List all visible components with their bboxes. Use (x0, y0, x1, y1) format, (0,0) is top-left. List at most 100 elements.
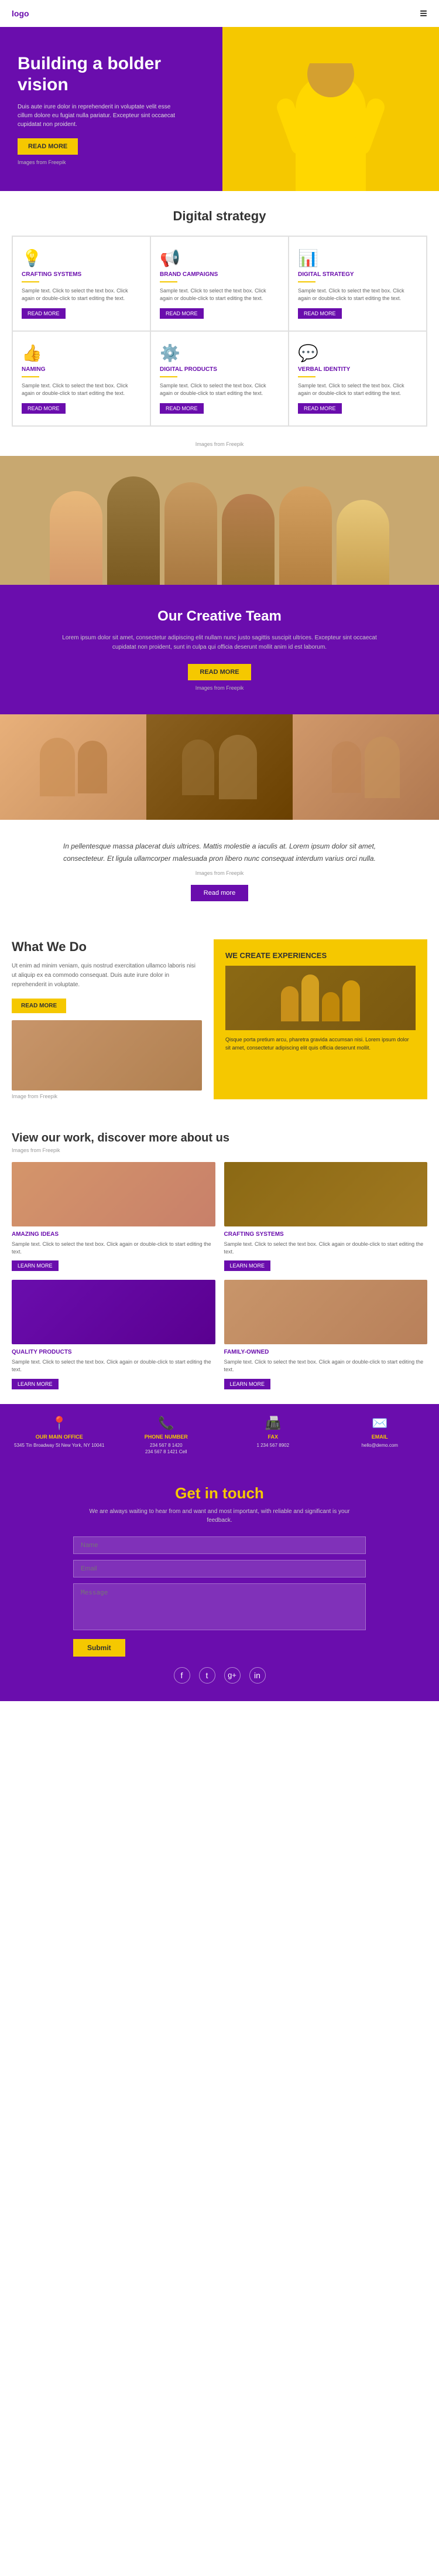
team-figure-3 (164, 482, 217, 585)
card-icon: 📊 (298, 248, 417, 268)
card-read-more-button[interactable]: READ MORE (22, 403, 66, 414)
card-text: Sample text. Click to select the text bo… (298, 382, 417, 397)
work-card-learn-more-button[interactable]: LEARN MORE (224, 1260, 271, 1271)
what-we-do-right: WE CREATE EXPERIENCES Qisque porta preti… (214, 939, 427, 1099)
contact-submit-button[interactable]: Submit (73, 1639, 125, 1657)
digital-strategy-section: Digital strategy 💡 CRAFTING SYSTEMS Samp… (0, 191, 439, 456)
hero-description: Duis aute irure dolor in reprehenderit i… (18, 103, 181, 129)
view-work-credit: Images from Freepik (12, 1147, 427, 1153)
what-we-do-description: Ut enim ad minim veniam, quis nostrud ex… (12, 962, 202, 990)
what-we-do-button[interactable]: READ MORE (12, 999, 66, 1013)
we-create-experiences-title: WE CREATE EXPERIENCES (225, 951, 416, 960)
strategy-credit: Images from Freepik (0, 438, 439, 456)
work-card-learn-more-button[interactable]: LEARN MORE (12, 1260, 59, 1271)
team-banner (0, 456, 439, 585)
card-text: Sample text. Click to select the text bo… (22, 382, 141, 397)
work-card-learn-more-button[interactable]: LEARN MORE (12, 1379, 59, 1389)
card-read-more-button[interactable]: READ MORE (298, 308, 342, 319)
creative-team-section: Our Creative Team Lorem ipsum dolor sit … (0, 585, 439, 714)
get-in-touch-section: Get in touch We are always waiting to he… (0, 1467, 439, 1701)
creative-team-cta-button[interactable]: READ MORE (188, 664, 251, 680)
strategy-card: 📢 BRAND CAMPAIGNS Sample text. Click to … (150, 236, 289, 331)
digital-strategy-title: Digital strategy (0, 191, 439, 236)
team-photo-2 (146, 714, 293, 820)
team-figure-2 (107, 476, 160, 585)
card-divider (160, 376, 177, 377)
quote-read-more-button[interactable]: Read more (191, 885, 248, 901)
footer-info-title: PHONE NUMBER (116, 1434, 217, 1440)
work-card-text: Sample text. Click to select the text bo… (224, 1358, 428, 1373)
social-links: f t g+ in (23, 1667, 416, 1684)
work-card-title: FAMILY-OWNED (224, 1349, 428, 1355)
twitter-link[interactable]: t (199, 1667, 215, 1684)
get-in-touch-description: We are always waiting to hear from and w… (79, 1507, 360, 1525)
strategy-card: 👍 NAMING Sample text. Click to select th… (12, 331, 150, 426)
card-divider (22, 376, 39, 377)
googleplus-link[interactable]: g+ (224, 1667, 241, 1684)
get-in-touch-title: Get in touch (23, 1484, 416, 1502)
footer-info-text: 1 234 567 8902 (222, 1442, 324, 1449)
card-icon: ⚙️ (160, 343, 279, 363)
facebook-link[interactable]: f (174, 1667, 190, 1684)
team-figure-6 (337, 500, 389, 585)
card-icon: 💡 (22, 248, 141, 268)
footer-info-item: 📞 PHONE NUMBER 234 567 8 1420 234 567 8 … (113, 1416, 220, 1455)
contact-name-input[interactable] (73, 1536, 366, 1554)
strategy-card: ⚙️ DIGITAL PRODUCTS Sample text. Click t… (150, 331, 289, 426)
card-title: BRAND CAMPAIGNS (160, 271, 279, 278)
team-photo-3 (293, 714, 439, 820)
footer-info-icon: 📞 (116, 1416, 217, 1431)
card-read-more-button[interactable]: READ MORE (160, 403, 204, 414)
footer-info-title: OUR MAIN OFFICE (9, 1434, 110, 1440)
what-we-do-credit: Image from Freepik (12, 1093, 202, 1099)
hamburger-icon[interactable]: ≡ (420, 6, 427, 21)
work-card-title: AMAZING IDEAS (12, 1231, 215, 1238)
what-we-do-title: What We Do (12, 939, 202, 955)
footer-info-icon: 📍 (9, 1416, 110, 1431)
hero-cta-button[interactable]: READ MORE (18, 138, 78, 155)
footer-info-icon: 📠 (222, 1416, 324, 1431)
footer-info-icon: ✉️ (330, 1416, 431, 1431)
creative-team-description: Lorem ipsum dolor sit amet, consectetur … (59, 633, 380, 652)
card-divider (298, 281, 315, 282)
strategy-card: 💬 VERBAL IDENTITY Sample text. Click to … (289, 331, 427, 426)
work-card-title: QUALITY PRODUCTS (12, 1349, 215, 1355)
card-read-more-button[interactable]: READ MORE (22, 308, 66, 319)
card-read-more-button[interactable]: READ MORE (298, 403, 342, 414)
hero-title: Building a bolder vision (18, 53, 181, 96)
work-card: CRAFTING SYSTEMS Sample text. Click to s… (224, 1162, 428, 1271)
team-figure-1 (50, 491, 102, 585)
contact-email-input[interactable] (73, 1560, 366, 1577)
work-card-image (224, 1162, 428, 1226)
work-card: AMAZING IDEAS Sample text. Click to sele… (12, 1162, 215, 1271)
what-we-do-image (12, 1020, 202, 1091)
work-card-image (224, 1280, 428, 1344)
card-read-more-button[interactable]: READ MORE (160, 308, 204, 319)
strategy-grid: 💡 CRAFTING SYSTEMS Sample text. Click to… (12, 236, 427, 427)
we-create-experiences-image (225, 966, 416, 1030)
work-card-text: Sample text. Click to select the text bo… (12, 1358, 215, 1373)
card-icon: 💬 (298, 343, 417, 363)
team-photo-1 (0, 714, 146, 820)
card-icon: 📢 (160, 248, 279, 268)
hero-credit: Images from Freepik (18, 159, 181, 165)
contact-message-input[interactable] (73, 1583, 366, 1630)
team-photos-row (0, 714, 439, 820)
navigation: logo ≡ (0, 0, 439, 27)
work-card-image (12, 1162, 215, 1226)
work-card-text: Sample text. Click to select the text bo… (224, 1241, 428, 1255)
work-card-text: Sample text. Click to select the text bo… (12, 1241, 215, 1255)
creative-team-title: Our Creative Team (18, 608, 421, 625)
strategy-card: 💡 CRAFTING SYSTEMS Sample text. Click to… (12, 236, 150, 331)
footer-info-text: hello@demo.com (330, 1442, 431, 1449)
team-figure-5 (279, 486, 332, 585)
card-title: DIGITAL STRATEGY (298, 271, 417, 278)
creative-team-credit: Images from Freepik (18, 685, 421, 691)
card-icon: 👍 (22, 343, 141, 363)
card-divider (22, 281, 39, 282)
footer-info-item: 📠 FAX 1 234 567 8902 (220, 1416, 327, 1455)
card-text: Sample text. Click to select the text bo… (160, 382, 279, 397)
work-card-learn-more-button[interactable]: LEARN MORE (224, 1379, 271, 1389)
linkedin-link[interactable]: in (249, 1667, 266, 1684)
footer-info-title: EMAIL (330, 1434, 431, 1440)
